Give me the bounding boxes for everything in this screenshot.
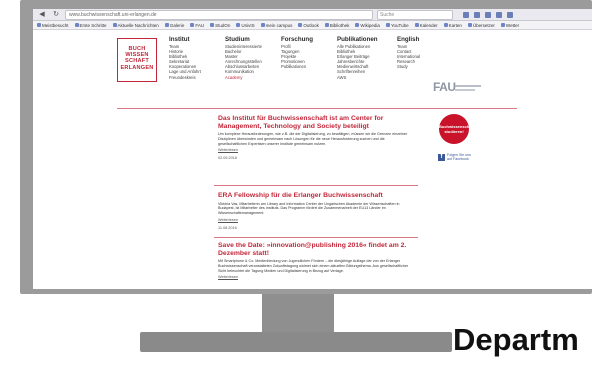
menu-column-institut: Institut Team Historie Bibliothek Sekret… xyxy=(169,36,225,80)
menu-heading[interactable]: English xyxy=(397,36,441,43)
news-article: Save the Date: »innovation@publishing 20… xyxy=(218,242,414,279)
news-article: Das Institut für Buchwissenschaft ist am… xyxy=(218,115,414,160)
bookmark-star-icon[interactable] xyxy=(463,11,469,18)
logo-line: ERLANGEN xyxy=(120,64,154,71)
menu-column-publikationen: Publikationen Alle Publikationen Bibliot… xyxy=(337,36,397,80)
home-icon[interactable] xyxy=(485,11,491,18)
bookmark-icon xyxy=(37,23,41,27)
bookmark-item[interactable]: Wetter xyxy=(500,23,519,28)
fau-logo[interactable]: FAU xyxy=(433,80,456,94)
bookmark-item[interactable]: FAU xyxy=(190,23,204,28)
article-body: Um komplexe Herausforderungen, wie z.B. … xyxy=(218,132,408,146)
main-menu: Institut Team Historie Bibliothek Sekret… xyxy=(169,36,441,80)
browser-toolbar: ◀ ↻ www.buchwissenschaft.uni-erlangen.de… xyxy=(33,9,592,21)
bookmarks-bar: Meistbesucht Erste Schritte Aktuelle Nac… xyxy=(33,21,592,30)
institute-logo[interactable]: BUCH WISSEN SCHAFT ERLANGEN xyxy=(117,38,157,82)
bookmark-item[interactable]: Aktuelle Nachrichten xyxy=(112,23,159,28)
bookmark-item[interactable]: Erste Schritte xyxy=(74,23,107,28)
menu-column-forschung: Forschung Profil Tagungen Projekte Promo… xyxy=(281,36,337,80)
menu-item[interactable]: AWS xyxy=(337,75,397,80)
bookmark-item[interactable]: YouTube xyxy=(385,23,409,28)
address-bar[interactable]: www.buchwissenschaft.uni-erlangen.de xyxy=(65,9,373,20)
facebook-link[interactable]: f Folgen Sie uns auf Facebook xyxy=(438,153,471,161)
back-icon[interactable]: ◀ xyxy=(37,10,47,19)
caption-text: Departm xyxy=(453,322,579,357)
menu-icon[interactable] xyxy=(507,11,513,18)
bookmark-item[interactable]: Kalender xyxy=(414,23,438,28)
menu-item[interactable]: Freundeskreis xyxy=(169,75,225,80)
facebook-text-line: auf Facebook xyxy=(447,157,469,161)
article-divider xyxy=(214,237,418,238)
article-date: 11.08.2016 xyxy=(218,225,237,230)
bookmark-icon xyxy=(324,23,329,27)
bookmark-icon xyxy=(500,23,505,27)
menu-item[interactable]: Study xyxy=(397,64,441,69)
bookmark-item[interactable]: Bibliothek xyxy=(324,23,349,28)
article-date: 02.09.2016 xyxy=(218,156,238,161)
study-button-label: studieren! xyxy=(444,129,464,134)
bookmark-icon xyxy=(190,23,195,27)
read-more-link[interactable]: Weiterlesen xyxy=(218,275,414,279)
fau-logo-line xyxy=(455,89,475,91)
bookmark-item[interactable]: Outlook xyxy=(298,23,319,28)
bookmark-item[interactable]: Karten xyxy=(443,23,462,28)
bookmark-icon xyxy=(385,23,390,27)
monitor-neck xyxy=(262,294,334,334)
menu-heading[interactable]: Studium xyxy=(225,36,281,43)
article-body: Viktória Vas, Mitarbeiterin am Library a… xyxy=(218,201,400,215)
read-more-link[interactable]: Weiterlesen xyxy=(218,148,414,152)
bookmark-icon xyxy=(467,23,472,27)
site-header: BUCH WISSEN SCHAFT ERLANGEN Institut Tea… xyxy=(117,36,517,96)
read-more-link[interactable]: Weiterlesen xyxy=(218,218,414,222)
bookmark-icon xyxy=(298,23,303,27)
facebook-icon: f xyxy=(438,153,445,161)
bookmark-item[interactable]: StudOn xyxy=(210,23,230,28)
pocket-icon[interactable] xyxy=(496,11,502,18)
bookmark-icon xyxy=(236,23,241,27)
bookmark-icon xyxy=(443,23,448,27)
website: BUCH WISSEN SCHAFT ERLANGEN Institut Tea… xyxy=(33,30,592,289)
search-input[interactable]: Suche xyxy=(377,9,453,20)
bookmark-icon xyxy=(74,23,79,27)
menu-heading[interactable]: Forschung xyxy=(281,36,337,43)
facebook-text: Folgen Sie uns auf Facebook xyxy=(447,153,471,161)
bookmark-icon xyxy=(164,23,169,27)
menu-heading[interactable]: Institut xyxy=(169,36,225,43)
article-divider xyxy=(214,185,418,186)
download-icon[interactable] xyxy=(474,11,480,18)
menu-column-english: English Team Contact International Resea… xyxy=(397,36,441,80)
menu-heading[interactable]: Publikationen xyxy=(337,36,397,43)
article-body: Mit Smartphone & Co. Medienbindung von J… xyxy=(218,259,409,273)
article-title[interactable]: Save the Date: »innovation@publishing 20… xyxy=(218,242,414,257)
reload-icon[interactable]: ↻ xyxy=(51,10,61,19)
header-divider xyxy=(117,108,517,109)
bookmark-item[interactable]: UnivIS xyxy=(236,23,255,28)
bookmark-icon xyxy=(414,23,419,27)
menu-item[interactable]: Publikationen xyxy=(281,64,337,69)
article-title[interactable]: ERA Fellowship für die Erlanger Buchwiss… xyxy=(218,192,414,200)
study-button[interactable]: Buchwissenschaft studieren! xyxy=(439,114,474,144)
bookmark-item[interactable]: mein campus xyxy=(260,23,292,28)
monitor-stand xyxy=(140,332,452,352)
bookmark-icon xyxy=(210,23,215,27)
bookmark-item[interactable]: Galerie xyxy=(164,23,184,28)
menu-column-studium: Studium Studieninteressierte Bachelor Ma… xyxy=(225,36,281,80)
fau-logo-line xyxy=(455,85,481,87)
news-article: ERA Fellowship für die Erlanger Buchwiss… xyxy=(218,192,414,230)
bookmark-icon xyxy=(260,23,265,27)
bookmark-item[interactable]: Wikipedia xyxy=(355,23,380,28)
bookmark-icon xyxy=(355,23,360,27)
article-title[interactable]: Das Institut für Buchwissenschaft ist am… xyxy=(218,115,414,130)
bookmark-item[interactable]: Übersetzer xyxy=(467,23,495,28)
bookmark-item[interactable]: Meistbesucht xyxy=(37,23,69,28)
monitor-screen: ◀ ↻ www.buchwissenschaft.uni-erlangen.de… xyxy=(33,9,592,289)
bookmark-icon xyxy=(112,23,117,27)
menu-item[interactable]: Academy xyxy=(225,75,281,80)
